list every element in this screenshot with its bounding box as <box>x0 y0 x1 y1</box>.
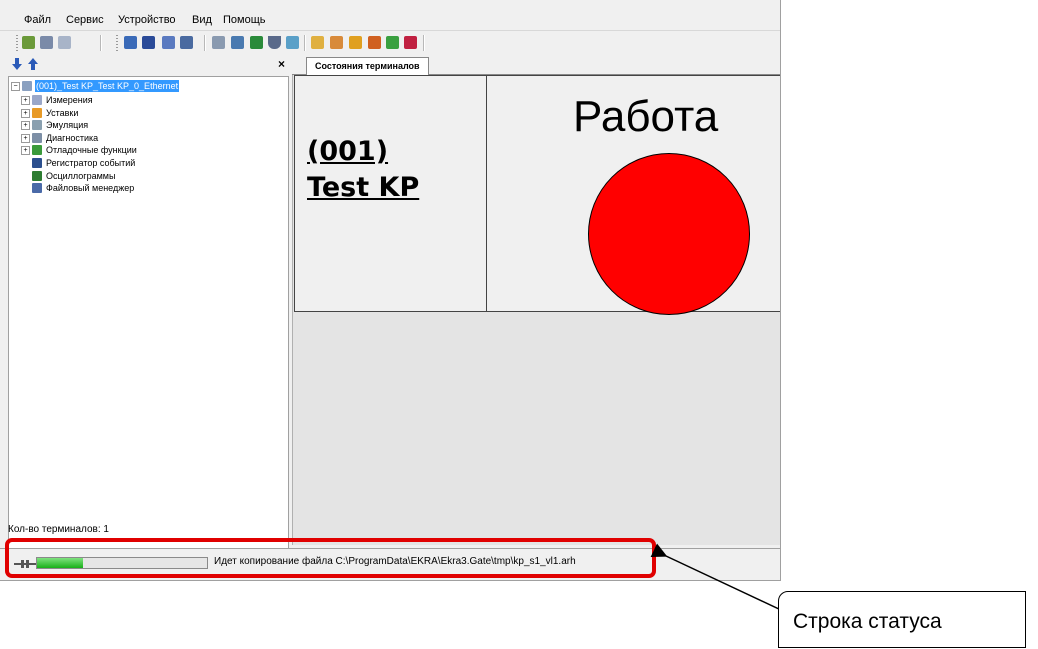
tree-item-label: Измерения <box>46 95 93 105</box>
collapse-icon[interactable]: − <box>11 82 20 91</box>
toolbar-grip[interactable] <box>116 35 118 51</box>
tree-item-label: Диагностика <box>46 132 99 143</box>
terminal-icon <box>22 81 32 91</box>
application-window: Файл Сервис Устройство Вид Помощь × − (0… <box>0 0 781 581</box>
layout-dropdown-icon[interactable] <box>180 36 193 49</box>
expand-icon[interactable]: + <box>21 108 30 118</box>
diagnostics-icon <box>32 132 42 143</box>
arrow-up-icon[interactable] <box>28 58 38 70</box>
terminal-name[interactable]: (001) Test KP <box>307 134 419 206</box>
menu-service[interactable]: Сервис <box>66 14 104 26</box>
expand-icon[interactable]: + <box>21 133 30 143</box>
chart-icon[interactable] <box>368 36 381 49</box>
close-icon[interactable]: × <box>278 57 285 71</box>
menu-file[interactable]: Файл <box>24 14 51 26</box>
tree-item-label: Файловый менеджер <box>46 183 135 194</box>
terminal-icon[interactable] <box>40 36 53 49</box>
export-icon[interactable] <box>231 36 244 49</box>
tree-item-label: Эмуляция <box>46 120 89 131</box>
status-bar-highlight <box>5 538 656 578</box>
tree-icon[interactable] <box>250 36 263 49</box>
window-icon[interactable] <box>124 36 137 49</box>
tree-item-label: Уставки <box>46 107 79 118</box>
menu-bar: Файл Сервис Устройство Вид Помощь <box>0 10 780 30</box>
expand-icon[interactable]: + <box>21 121 30 131</box>
flag-icon[interactable] <box>404 36 417 49</box>
terminal-status-cell: Работа <box>487 75 780 315</box>
expand-icon[interactable]: + <box>21 146 30 156</box>
oscillograms-icon <box>32 170 42 181</box>
emulation-icon <box>32 120 42 131</box>
tree-item-label: Регистратор событий <box>46 158 136 168</box>
status-bar-callout: Строка статуса <box>778 591 1026 648</box>
settings-folder-icon <box>32 107 42 118</box>
terminal-state-view: Состояния терминалов (001) Test KP Работ… <box>292 56 780 546</box>
tab-terminal-states[interactable]: Состояния терминалов <box>306 57 429 75</box>
toolbar-grip[interactable] <box>16 35 18 51</box>
panel-icon[interactable] <box>142 36 155 49</box>
callout-label: Строка статуса <box>793 610 942 633</box>
edit-icon[interactable] <box>330 36 343 49</box>
tab-strip: Состояния терминалов <box>292 56 780 75</box>
connect-icon[interactable] <box>22 36 35 49</box>
terminal-tree-panel: × − (001)_Test KP_Test KP_0_Ethernet + Из… <box>8 54 289 573</box>
menu-device[interactable]: Устройство <box>118 14 176 26</box>
toolbar <box>0 30 780 55</box>
debug-functions-icon <box>32 145 42 156</box>
run-icon[interactable] <box>386 36 399 49</box>
document-icon[interactable] <box>212 36 225 49</box>
event-recorder-icon <box>32 158 42 168</box>
open-folder-icon[interactable] <box>311 36 324 49</box>
state-indicator-circle <box>588 153 750 315</box>
network-icon[interactable] <box>58 36 71 49</box>
file-manager-icon <box>32 183 42 194</box>
refresh-icon[interactable] <box>286 36 299 49</box>
menu-view[interactable]: Вид <box>192 14 212 26</box>
archive-icon[interactable] <box>349 36 362 49</box>
display-icon[interactable] <box>162 36 175 49</box>
terminal-state-label: Работа <box>573 92 719 141</box>
tree-root-label: (001)_Test KP_Test KP_0_Ethernet <box>35 80 180 92</box>
tree-panel-header: × <box>8 54 289 76</box>
expand-icon[interactable]: + <box>21 96 30 105</box>
filter-icon[interactable] <box>268 36 281 49</box>
terminal-state-table: (001) Test KP Работа <box>292 75 780 545</box>
menu-help[interactable]: Помощь <box>223 14 266 26</box>
measurements-icon <box>32 95 42 105</box>
terminal-tree: − (001)_Test KP_Test KP_0_Ethernet + Изме… <box>8 76 289 573</box>
terminal-name-cell: (001) Test KP <box>294 75 487 312</box>
tree-item-label: Осциллограммы <box>46 170 116 181</box>
arrow-down-icon[interactable] <box>12 58 22 70</box>
tree-item-label: Отладочные функции <box>46 145 137 156</box>
terminal-count: Кол-во терминалов: 1 <box>8 524 109 535</box>
